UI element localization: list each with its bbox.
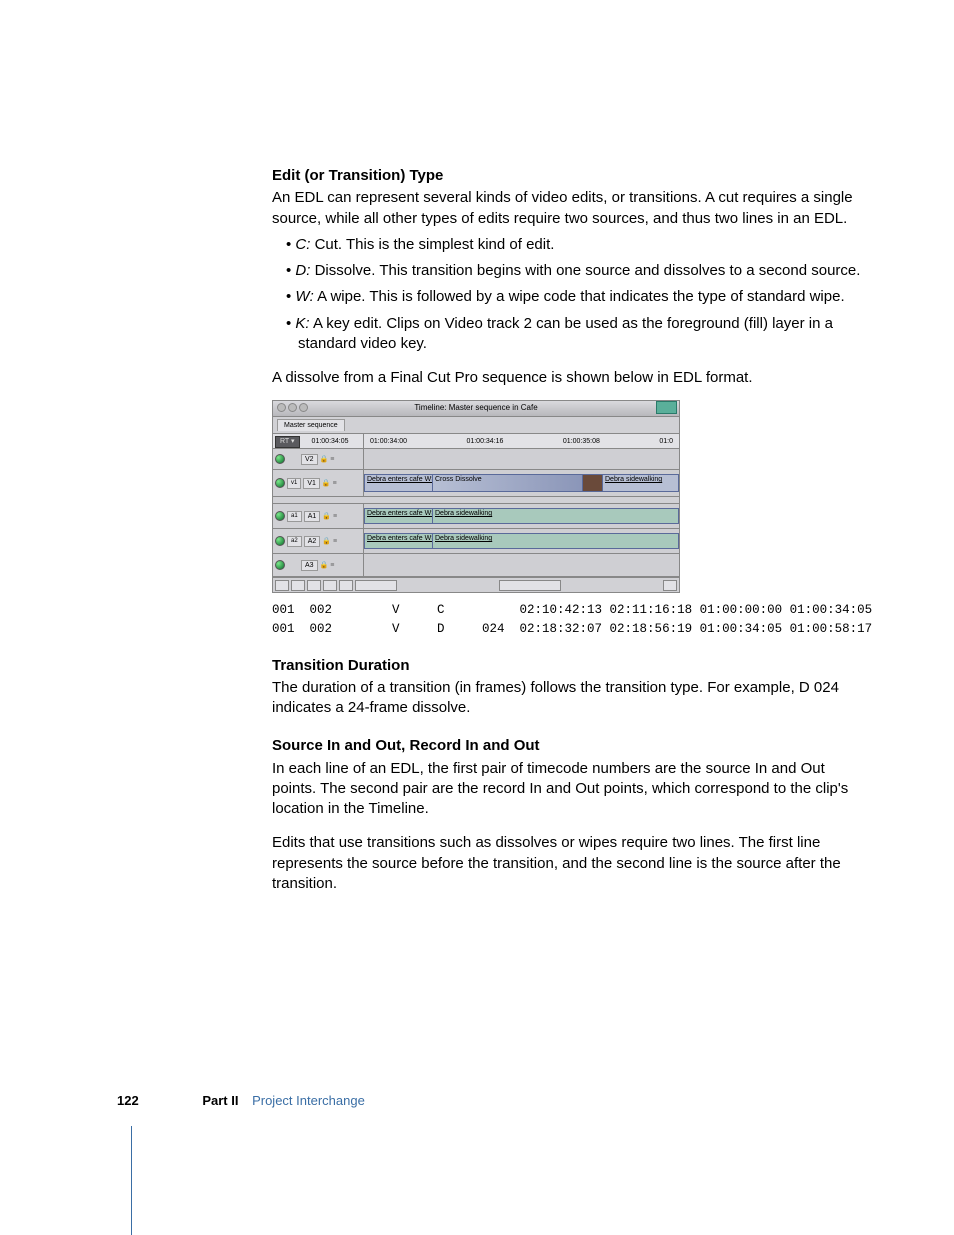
ruler-mark: 01:00:34:16 <box>466 437 503 446</box>
ruler-mark: 01:0 <box>659 437 673 446</box>
lock-icon[interactable]: 🔒 <box>322 479 331 488</box>
source-track-v1[interactable]: v1 <box>287 478 301 488</box>
bars-icon[interactable]: ≡ <box>330 455 334 464</box>
source-io-body2: Edits that use transitions such as disso… <box>272 833 862 894</box>
track-label-a3[interactable]: A3 <box>301 560 318 571</box>
zoom-slider[interactable] <box>355 580 397 591</box>
track-label-a1[interactable]: A1 <box>304 511 321 522</box>
list-item: W: A wipe. This is followed by a wipe co… <box>286 287 862 307</box>
clip-audio-sidewalk[interactable]: Debra sidewalking <box>432 508 679 524</box>
track-label-v1[interactable]: V1 <box>303 478 320 489</box>
bars-icon[interactable]: ≡ <box>333 479 337 488</box>
list-item: K: A key edit. Clips on Video track 2 ca… <box>286 314 862 355</box>
track-enable-icon[interactable] <box>275 478 285 488</box>
minimize-icon[interactable] <box>288 403 297 412</box>
page-footer: 122 Part II Project Interchange <box>117 1092 365 1110</box>
clip-debra-cafe[interactable]: Debra enters cafe WS <box>364 474 436 492</box>
track-enable-icon[interactable] <box>275 511 285 521</box>
clip-audio-cafe[interactable]: Debra enters cafe WS <box>364 533 436 549</box>
list-item: D: Dissolve. This transition begins with… <box>286 261 862 281</box>
track-label-v2[interactable]: V2 <box>301 454 318 465</box>
selection-badge[interactable] <box>656 401 677 414</box>
section-heading-transition-duration: Transition Duration <box>272 656 862 676</box>
zoom-icon[interactable] <box>299 403 308 412</box>
clip-audio-sidewalk[interactable]: Debra sidewalking <box>432 533 679 549</box>
source-io-body1: In each line of an EDL, the first pair o… <box>272 759 862 820</box>
clip-debra-sidewalk[interactable]: Debra sidewalking <box>602 474 679 492</box>
edl-code-block: 001 002 V C 02:10:42:13 02:11:16:18 01:0… <box>272 601 862 637</box>
sequence-tab[interactable]: Master sequence <box>277 419 345 431</box>
tool-button[interactable] <box>275 580 289 591</box>
bars-icon[interactable]: ≡ <box>333 537 337 546</box>
clip-audio-cafe[interactable]: Debra enters cafe WS <box>364 508 436 524</box>
page-number: 122 <box>117 1093 139 1108</box>
transition-duration-body: The duration of a transition (in frames)… <box>272 678 862 719</box>
footer-title: Project Interchange <box>252 1093 365 1108</box>
current-time: 01:00:34:05 <box>312 437 349 446</box>
bars-icon[interactable]: ≡ <box>333 512 337 521</box>
ruler-mark: 01:00:35:08 <box>563 437 600 446</box>
lock-icon[interactable]: 🔒 <box>322 537 331 546</box>
lock-icon[interactable]: 🔒 <box>322 512 331 521</box>
section-heading-source-io: Source In and Out, Record In and Out <box>272 736 862 756</box>
ruler-mark: 01:00:34:00 <box>370 437 407 446</box>
source-track-a2[interactable]: a2 <box>287 536 302 546</box>
track-enable-icon[interactable] <box>275 454 285 464</box>
track-enable-icon[interactable] <box>275 536 285 546</box>
timeline-window-title: Timeline: Master sequence in Cafe <box>414 403 537 412</box>
lock-icon[interactable]: 🔒 <box>320 455 329 464</box>
scroll-right-button[interactable] <box>663 580 677 591</box>
rt-button[interactable]: RT ▾ <box>275 436 300 447</box>
edit-type-afterlist: A dissolve from a Final Cut Pro sequence… <box>272 368 862 388</box>
edit-type-intro: An EDL can represent several kinds of vi… <box>272 188 862 229</box>
track-enable-icon[interactable] <box>275 560 285 570</box>
tool-button[interactable] <box>323 580 337 591</box>
tool-button[interactable] <box>291 580 305 591</box>
timeline-window-titlebar: Timeline: Master sequence in Cafe <box>273 401 679 417</box>
source-track-a1[interactable]: a1 <box>287 511 302 521</box>
timeline-screenshot: Timeline: Master sequence in Cafe Master… <box>272 400 680 593</box>
close-icon[interactable] <box>277 403 286 412</box>
tool-button[interactable] <box>339 580 353 591</box>
track-label-a2[interactable]: A2 <box>304 536 321 547</box>
bars-icon[interactable]: ≡ <box>330 561 334 570</box>
tool-button[interactable] <box>307 580 321 591</box>
edit-type-list: C: Cut. This is the simplest kind of edi… <box>272 235 862 354</box>
section-heading-edit-type: Edit (or Transition) Type <box>272 166 862 186</box>
lock-icon[interactable]: 🔒 <box>320 561 329 570</box>
footer-rule <box>131 1126 132 1235</box>
list-item: C: Cut. This is the simplest kind of edi… <box>286 235 862 255</box>
window-traffic-lights[interactable] <box>277 403 308 412</box>
clip-cross-dissolve[interactable]: Cross Dissolve <box>432 474 586 492</box>
footer-part: Part II <box>202 1093 238 1108</box>
scroll-thumb[interactable] <box>499 580 561 591</box>
